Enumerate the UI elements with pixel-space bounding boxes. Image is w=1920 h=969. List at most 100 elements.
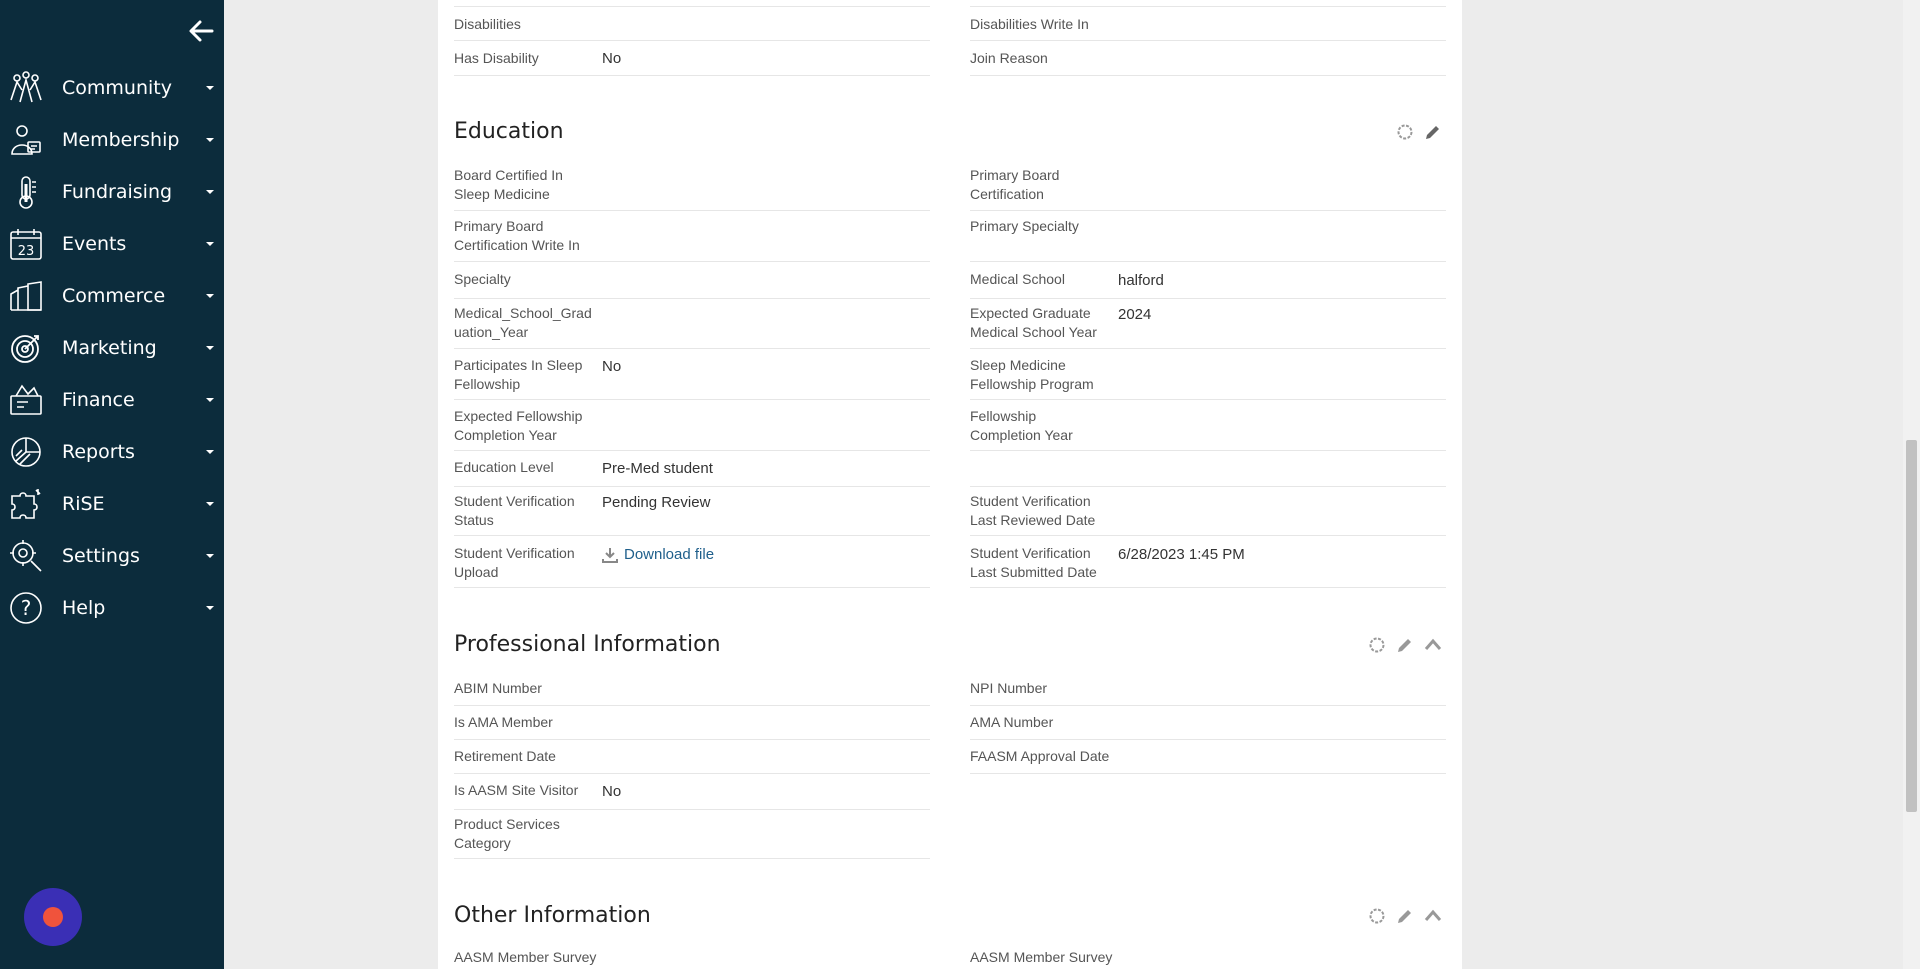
collapse-chevron-up-icon[interactable] (1424, 907, 1442, 925)
sidebar-item-label: Help (62, 597, 106, 619)
sidebar-item-marketing[interactable]: Marketing (0, 322, 224, 374)
sidebar-item-membership[interactable]: Membership (0, 114, 224, 166)
commerce-icon (8, 278, 44, 314)
field-row: Is AASM Site Visitor No (454, 779, 930, 810)
sidebar-item-label: Finance (62, 389, 135, 411)
refresh-icon[interactable] (1368, 907, 1386, 925)
field-label: Is AASM Site Visitor (454, 782, 579, 798)
field-value: No (602, 783, 622, 800)
sidebar: Community Membership Fundraising 23 Even… (0, 0, 224, 969)
field-row: Education Level Pre-Med student (454, 456, 930, 487)
field-row: Student Verification Upload Download fil… (454, 542, 930, 588)
settings-icon (8, 538, 44, 574)
field-row: FAASM Approval Date (970, 745, 1446, 774)
sidebar-item-label: Events (62, 233, 127, 255)
sidebar-item-settings[interactable]: Settings (0, 530, 224, 582)
field-row: Primary Board Certification (970, 164, 1446, 211)
sidebar-item-rise[interactable]: RiSE (0, 478, 224, 530)
field-row: Primary Specialty (970, 215, 1446, 262)
field-label: NPI Number (970, 680, 1048, 696)
chevron-down-icon (206, 398, 214, 402)
field-row (970, 456, 1446, 487)
field-label: Fellowship Completion Year (970, 408, 1073, 443)
scrollbar-thumb[interactable] (1906, 440, 1917, 812)
collapse-sidebar-arrow-icon[interactable] (186, 16, 216, 46)
sidebar-item-label: Marketing (62, 337, 157, 359)
section-title-professional: Professional Information (454, 632, 721, 657)
sidebar-item-label: Community (62, 77, 172, 99)
collapse-chevron-up-icon[interactable] (1424, 636, 1442, 654)
chevron-down-icon (206, 346, 214, 350)
field-row: Student Verification Last Submitted Date… (970, 542, 1446, 588)
field-value: halford (1118, 272, 1164, 289)
field-value: Pending Review (602, 494, 711, 511)
chat-indicator-dot (43, 907, 63, 927)
field-row: Medical School halford (970, 268, 1446, 299)
field-row: Specialty (454, 268, 930, 299)
sidebar-item-commerce[interactable]: Commerce (0, 270, 224, 322)
sidebar-item-label: Reports (62, 441, 135, 463)
sidebar-item-events[interactable]: 23 Events (0, 218, 224, 270)
edit-pencil-icon[interactable] (1424, 123, 1442, 141)
field-label: AASM Member Survey (970, 949, 1113, 965)
field-label: FAASM Approval Date (970, 748, 1110, 764)
calendar-day: 23 (18, 244, 35, 259)
sidebar-item-finance[interactable]: Finance (0, 374, 224, 426)
field-row: Sleep Medicine Fellowship Program (970, 354, 1446, 400)
field-label: Education Level (454, 459, 554, 475)
field-row: Join Reason (970, 41, 1446, 76)
field-label: Participates In Sleep Fellowship (454, 357, 583, 392)
field-row: Product Services Category (454, 813, 930, 859)
field-label: Primary Board Certification (970, 167, 1060, 202)
download-icon (602, 547, 618, 563)
sidebar-item-help[interactable]: ? Help (0, 582, 224, 634)
sidebar-item-label: RiSE (62, 493, 105, 515)
download-file-link[interactable]: Download file (602, 546, 714, 563)
chevron-down-icon (206, 86, 214, 90)
sidebar-item-label: Fundraising (62, 181, 173, 203)
community-icon (8, 70, 44, 106)
sidebar-nav: Community Membership Fundraising 23 Even… (0, 62, 224, 634)
puzzle-icon (8, 486, 44, 522)
refresh-icon[interactable] (1368, 636, 1386, 654)
sidebar-item-fundraising[interactable]: Fundraising (0, 166, 224, 218)
reports-icon (8, 434, 44, 470)
sidebar-item-label: Settings (62, 545, 140, 567)
field-row: Retirement Date (454, 745, 930, 774)
finance-icon (8, 382, 44, 418)
field-label: AMA Number (970, 714, 1054, 730)
chevron-down-icon (206, 450, 214, 454)
field-value: No (602, 358, 622, 375)
chevron-down-icon (206, 502, 214, 506)
field-label: Specialty (454, 271, 511, 287)
field-label: Medical School (970, 271, 1065, 287)
field-row: Medical_School_Graduation_Year (454, 302, 930, 349)
sidebar-item-reports[interactable]: Reports (0, 426, 224, 478)
field-label: Disabilities Write In (970, 16, 1089, 32)
field-value: 2024 (1118, 306, 1152, 323)
sidebar-item-community[interactable]: Community (0, 62, 224, 114)
chevron-down-icon (206, 606, 214, 610)
field-row: ABIM Number (454, 677, 930, 706)
section-title-other: Other Information (454, 903, 651, 928)
field-label: Primary Board Certification Write In (454, 218, 580, 253)
education-tools (1396, 123, 1442, 141)
chevron-down-icon (206, 242, 214, 246)
field-row: Board Certified In Sleep Medicine (454, 164, 930, 211)
field-label: Is AMA Member (454, 714, 553, 730)
calendar-icon: 23 (8, 226, 44, 262)
page-scrollbar[interactable] (1903, 0, 1920, 969)
edit-pencil-icon[interactable] (1396, 636, 1414, 654)
help-glyph: ? (21, 596, 32, 620)
field-label: Primary Specialty (970, 218, 1079, 234)
field-label: ABIM Number (454, 680, 542, 696)
refresh-icon[interactable] (1396, 123, 1414, 141)
field-row: AASM Member Survey (454, 948, 930, 969)
field-row: Expected Graduate Medical School Year 20… (970, 302, 1446, 349)
edit-pencil-icon[interactable] (1396, 907, 1414, 925)
field-label: Board Certified In Sleep Medicine (454, 167, 563, 202)
field-row: AMA Number (970, 711, 1446, 740)
field-label: Student Verification Status (454, 493, 575, 528)
field-row: Has Disability No (454, 41, 930, 76)
chat-launcher-button[interactable] (24, 888, 82, 946)
